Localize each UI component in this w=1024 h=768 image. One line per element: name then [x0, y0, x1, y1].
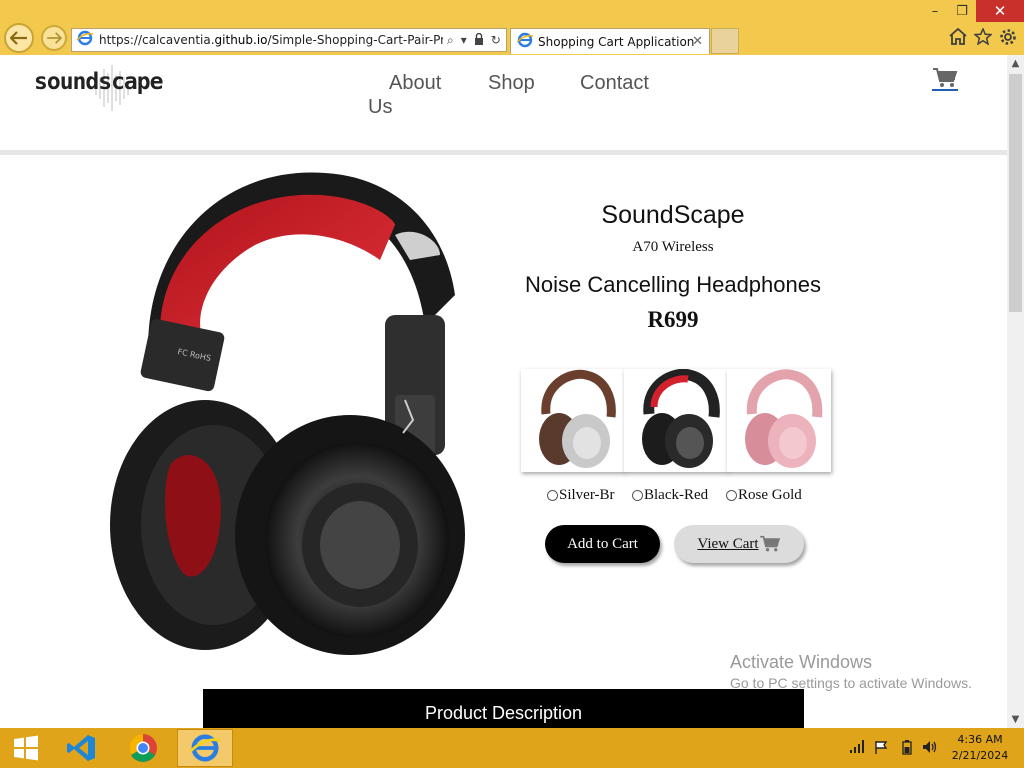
system-clock[interactable]: 4:36 AM 2/21/2024: [950, 732, 1010, 764]
color-option-rose-gold[interactable]: Rose Gold: [726, 487, 802, 504]
internet-explorer-icon: [190, 734, 220, 762]
search-icon[interactable]: ⌕: [447, 33, 454, 48]
back-arrow-icon: [10, 31, 27, 45]
color-option-silver-brown[interactable]: Silver-Br: [547, 487, 615, 504]
forward-arrow-icon: [47, 32, 62, 44]
scrollbar-thumb[interactable]: [1009, 74, 1022, 312]
shopping-cart-icon: [759, 535, 780, 552]
product-price: R699: [647, 307, 699, 332]
clock-time: 4:36 AM: [957, 733, 1003, 746]
tab-close-icon[interactable]: ✕: [692, 34, 703, 49]
nav-shop[interactable]: Shop: [488, 72, 535, 95]
browser-toolbar: – ❐ ✕ https://calcaventia.github.io/Simp…: [0, 0, 1024, 55]
header-cart-link[interactable]: [932, 67, 958, 91]
product-brand: SoundScape: [601, 201, 745, 229]
windows-logo-icon: [14, 735, 38, 761]
scroll-down-arrow-icon[interactable]: ▼: [1007, 711, 1024, 728]
gear-icon[interactable]: [999, 28, 1017, 51]
lock-icon[interactable]: [474, 32, 484, 48]
product-description-heading: Product Description: [203, 689, 804, 728]
nav-contact[interactable]: Contact: [580, 72, 649, 95]
headphones-rose-gold-thumbnail: [745, 369, 823, 468]
ie-tab-icon: [516, 32, 534, 52]
site-header: soundscape About Us Shop Contact: [0, 55, 1007, 151]
dropdown-icon[interactable]: ▾: [461, 33, 467, 48]
vertical-scrollbar[interactable]: ▲ ▼: [1007, 55, 1024, 728]
thumbnail-black-red[interactable]: [624, 368, 728, 472]
new-tab-button[interactable]: [711, 28, 739, 54]
watermark-title: Activate Windows: [730, 652, 873, 672]
network-signal-icon[interactable]: [850, 740, 866, 757]
headphones-black-red-thumbnail: [642, 368, 720, 468]
url-text[interactable]: https://calcaventia.github.io/Simple-Sho…: [99, 33, 443, 47]
add-to-cart-button[interactable]: Add to Cart: [545, 525, 660, 563]
home-icon[interactable]: [949, 27, 967, 50]
windows-taskbar: 4:36 AM 2/21/2024: [0, 728, 1024, 768]
refresh-icon[interactable]: ↻: [491, 33, 501, 48]
battery-icon[interactable]: [902, 740, 912, 759]
headphones-silver-brown-thumbnail: [539, 369, 616, 468]
back-button[interactable]: [4, 23, 34, 53]
vscode-icon: [67, 735, 95, 761]
scroll-up-arrow-icon[interactable]: ▲: [1007, 55, 1024, 72]
view-cart-button[interactable]: View Cart: [674, 525, 804, 563]
color-option-black-red[interactable]: Black-Red: [632, 487, 708, 504]
nav-about-us-wrap[interactable]: Us: [368, 96, 392, 119]
nav-about-us[interactable]: About: [389, 72, 441, 95]
radio-button[interactable]: [632, 490, 643, 501]
web-page: soundscape About Us Shop Contact FC RoHS…: [0, 55, 1007, 728]
favorites-star-icon[interactable]: [973, 27, 993, 50]
site-logo[interactable]: soundscape: [34, 65, 184, 111]
action-center-flag-icon[interactable]: [874, 740, 889, 759]
view-cart-label: View Cart: [697, 535, 759, 552]
thumbnail-rose-gold[interactable]: [727, 369, 831, 472]
ie-site-icon: [76, 30, 94, 50]
product-headphones-image: FC RoHS: [110, 172, 465, 655]
product-title: Noise Cancelling Headphones: [525, 272, 821, 297]
address-bar[interactable]: https://calcaventia.github.io/Simple-Sho…: [71, 28, 507, 52]
chrome-icon: [129, 734, 157, 762]
taskbar-vscode[interactable]: [53, 729, 109, 767]
radio-button[interactable]: [547, 490, 558, 501]
taskbar-internet-explorer[interactable]: [177, 729, 233, 767]
start-button[interactable]: [0, 728, 52, 768]
thumbnail-silver-brown[interactable]: [521, 369, 625, 472]
activate-windows-watermark: Activate Windows Go to PC settings to ac…: [730, 652, 972, 691]
tab-title: Shopping Cart Application: [538, 34, 695, 49]
logo-text: soundscape: [34, 69, 163, 95]
header-divider: [0, 150, 1007, 155]
shopping-cart-icon: [933, 68, 958, 87]
clock-date: 2/21/2024: [951, 749, 1009, 762]
restore-button[interactable]: ❐: [945, 0, 979, 22]
forward-button[interactable]: [41, 25, 67, 51]
volume-icon[interactable]: [922, 740, 938, 758]
tab-shopping-cart[interactable]: Shopping Cart Application ✕: [510, 28, 710, 54]
product-model: A70 Wireless: [632, 239, 714, 255]
radio-button[interactable]: [726, 490, 737, 501]
taskbar-chrome[interactable]: [115, 729, 171, 767]
close-window-button[interactable]: ✕: [976, 0, 1024, 22]
